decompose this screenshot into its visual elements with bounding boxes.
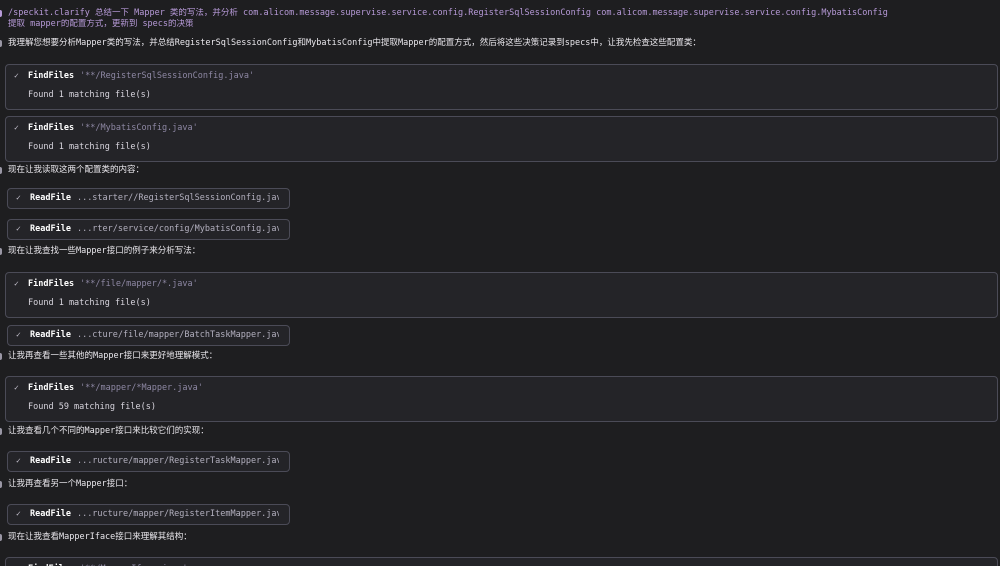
check-icon: ✓ bbox=[16, 224, 21, 233]
tool-name: ReadFile bbox=[30, 456, 71, 466]
assistant-message: 让我查看几个不同的Mapper接口来比较它们的实现： bbox=[0, 426, 1000, 437]
check-icon: ✓ bbox=[16, 456, 21, 465]
tool-name: ReadFile bbox=[30, 193, 71, 203]
prompt-line-1: /speckit.clarify 总结一下 Mapper 类的写法，并分析 co… bbox=[8, 8, 888, 18]
tool-result: Found 59 matching file(s) bbox=[28, 402, 156, 412]
tool-call-readfile[interactable]: ✓ ReadFile ...cture/file/mapper/BatchTaskM… bbox=[7, 325, 290, 346]
check-icon: ✓ bbox=[14, 123, 19, 132]
clipped-bullet-icon bbox=[0, 353, 2, 360]
tool-arg: '**/mapper/*Mapper.java' bbox=[80, 383, 203, 393]
tool-call-findfiles[interactable]: ✓ FindFiles '**/file/mapper/*.java' Found … bbox=[5, 272, 998, 318]
tool-call-findfiles[interactable]: ✓FindFiles'**/MapperIface.java' No files… bbox=[5, 557, 998, 566]
clipped-prompt-marker-icon bbox=[0, 10, 2, 17]
check-icon: ✓ bbox=[16, 509, 21, 518]
tool-call-header: ✓ FindFiles '**/file/mapper/*.java' bbox=[14, 278, 985, 290]
tool-call-readfile[interactable]: ✓ ReadFile ...rter/service/config/MybatisC… bbox=[7, 219, 290, 240]
tool-call-header: ✓ ReadFile ...rter/service/config/MybatisC… bbox=[16, 223, 279, 235]
check-icon: ✓ bbox=[16, 193, 21, 202]
tool-result: Found 1 matching file(s) bbox=[28, 298, 151, 308]
tool-call-findfiles[interactable]: ✓ FindFiles '**/MybatisConfig.java' Found … bbox=[5, 116, 998, 162]
message-text: 让我再查看一些其他的Mapper接口来更好地理解模式： bbox=[8, 351, 218, 361]
tool-call-header: ✓ FindFiles '**/mapper/*Mapper.java' bbox=[14, 382, 985, 394]
tool-name: FindFiles bbox=[28, 383, 75, 393]
message-text: 现在让我读取这两个配置类的内容： bbox=[8, 165, 145, 175]
tool-result: Found 1 matching file(s) bbox=[28, 90, 151, 100]
message-text: 我理解您想要分析Mapper类的写法，并总结RegisterSqlSession… bbox=[8, 38, 701, 48]
clipped-bullet-icon bbox=[0, 248, 2, 255]
tool-name: ReadFile bbox=[30, 224, 71, 234]
check-icon: ✓ bbox=[14, 383, 19, 392]
tool-arg: '**/MybatisConfig.java' bbox=[80, 123, 198, 133]
tool-arg: ...rter/service/config/MybatisConfig.jav… bbox=[76, 224, 279, 234]
user-prompt: /speckit.clarify 总结一下 Mapper 类的写法，并分析 co… bbox=[0, 8, 983, 30]
clipped-bullet-icon bbox=[0, 40, 2, 47]
clipped-bullet-icon bbox=[0, 481, 2, 488]
message-text: 现在让我查看MapperIface接口来理解其结构： bbox=[8, 532, 192, 542]
assistant-message: 我理解您想要分析Mapper类的写法，并总结RegisterSqlSession… bbox=[0, 38, 1000, 49]
assistant-message: 现在让我查找一些Mapper接口的例子来分析写法： bbox=[0, 246, 1000, 257]
assistant-message: 现在让我查看MapperIface接口来理解其结构： bbox=[0, 532, 1000, 543]
tool-result: Found 1 matching file(s) bbox=[28, 142, 151, 152]
clipped-bullet-icon bbox=[0, 167, 2, 174]
tool-arg: ...cture/file/mapper/BatchTaskMapper.jav… bbox=[76, 330, 279, 340]
tool-arg: ...ructure/mapper/RegisterTaskMapper.jav… bbox=[76, 456, 279, 466]
tool-name: ReadFile bbox=[30, 330, 71, 340]
tool-call-findfiles[interactable]: ✓ FindFiles '**/mapper/*Mapper.java' Found… bbox=[5, 376, 998, 422]
tool-name: FindFiles bbox=[28, 71, 75, 81]
tool-call-header: ✓ FindFiles '**/RegisterSqlSessionConfig.j… bbox=[14, 70, 985, 82]
tool-call-readfile[interactable]: ✓ ReadFile ...ructure/mapper/RegisterItemM… bbox=[7, 504, 290, 525]
tool-arg: ...starter//RegisterSqlSessionConfig.jav… bbox=[76, 193, 279, 203]
tool-call-header: ✓ ReadFile ...starter//RegisterSqlSessionC… bbox=[16, 192, 279, 204]
check-icon: ✓ bbox=[14, 71, 19, 80]
tool-name: ReadFile bbox=[30, 509, 71, 519]
tool-name: FindFiles bbox=[28, 279, 75, 289]
assistant-message: 让我再查看另一个Mapper接口： bbox=[0, 479, 1000, 490]
clipped-bullet-icon bbox=[0, 534, 2, 541]
tool-call-header: ✓ ReadFile ...ructure/mapper/RegisterTaskM… bbox=[16, 455, 279, 467]
message-text: 让我再查看另一个Mapper接口： bbox=[8, 479, 133, 489]
tool-call-findfiles[interactable]: ✓ FindFiles '**/RegisterSqlSessionConfig.j… bbox=[5, 64, 998, 110]
tool-call-header: ✓ ReadFile ...cture/file/mapper/BatchTaskM… bbox=[16, 329, 279, 341]
tool-arg: '**/file/mapper/*.java' bbox=[80, 279, 198, 289]
message-text: 现在让我查找一些Mapper接口的例子来分析写法： bbox=[8, 246, 201, 256]
prompt-line-2: 提取 mapper的配置方式，更新到 specs的决策 bbox=[8, 19, 194, 29]
tool-name: FindFiles bbox=[28, 123, 75, 133]
tool-arg: ...ructure/mapper/RegisterItemMapper.jav… bbox=[76, 509, 279, 519]
tool-arg: '**/RegisterSqlSessionConfig.java' bbox=[80, 71, 255, 81]
assistant-message: 现在让我读取这两个配置类的内容： bbox=[0, 165, 1000, 176]
assistant-message: 让我再查看一些其他的Mapper接口来更好地理解模式： bbox=[0, 351, 1000, 362]
tool-call-readfile[interactable]: ✓ ReadFile ...starter//RegisterSqlSessionC… bbox=[7, 188, 290, 209]
message-text: 让我查看几个不同的Mapper接口来比较它们的实现： bbox=[8, 426, 209, 436]
clipped-bullet-icon bbox=[0, 428, 2, 435]
tool-call-header: ✓ ReadFile ...ructure/mapper/RegisterItemM… bbox=[16, 508, 279, 520]
tool-call-readfile[interactable]: ✓ ReadFile ...ructure/mapper/RegisterTaskM… bbox=[7, 451, 290, 472]
tool-call-header: ✓ FindFiles '**/MybatisConfig.java' bbox=[14, 122, 985, 134]
check-icon: ✓ bbox=[16, 330, 21, 339]
agent-terminal: /speckit.clarify 总结一下 Mapper 类的写法，并分析 co… bbox=[0, 0, 1000, 566]
check-icon: ✓ bbox=[14, 279, 19, 288]
